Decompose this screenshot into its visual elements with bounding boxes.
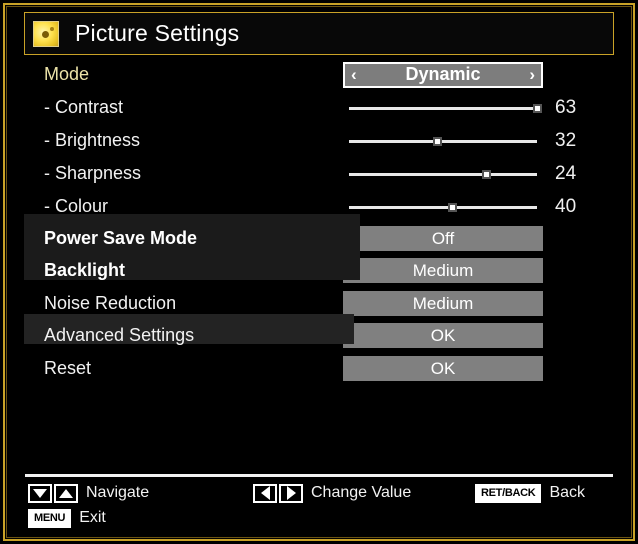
menu-row-brightness[interactable]: - Brightness 32: [24, 124, 614, 157]
menu-row-mode[interactable]: Mode ‹ Dynamic ›: [24, 58, 614, 91]
menu-row-label: Mode: [44, 64, 90, 84]
menu-row-label: Advanced Settings: [44, 325, 195, 345]
picture-settings-icon: [33, 20, 59, 47]
slider-track: [349, 172, 537, 176]
hint-change-value-label: Change Value: [311, 484, 412, 501]
slider-knob[interactable]: [448, 202, 458, 212]
hint-back: RET/BACK Back: [475, 482, 585, 504]
hint-navigate: Navigate: [28, 482, 149, 504]
advanced-settings-ok-button[interactable]: OK: [343, 323, 543, 348]
menu-row-value: Medium: [343, 254, 614, 287]
colour-value: 40: [555, 195, 577, 217]
noise-reduction-value-button[interactable]: Medium: [343, 291, 543, 316]
menu-row-label: - Sharpness: [44, 163, 142, 183]
sharpness-slider[interactable]: 24: [343, 157, 576, 190]
menu-row-label: - Brightness: [44, 130, 141, 150]
menu-row-value: 63: [343, 91, 614, 124]
hint-back-label: Back: [549, 484, 586, 501]
footer-separator: [25, 474, 613, 477]
hint-exit-label: Exit: [79, 509, 106, 526]
chevron-left-icon[interactable]: ‹: [345, 66, 363, 83]
colour-slider[interactable]: 40: [343, 190, 576, 223]
menu-row-label: Power Save Mode: [44, 228, 198, 248]
menu-row-value: 24: [343, 157, 614, 190]
page-title: Picture Settings: [75, 20, 240, 46]
menu-row-label: - Contrast: [44, 97, 124, 117]
menu-key-label: MENU: [34, 512, 66, 524]
menu-row-value: 40: [343, 190, 614, 223]
menu-row-reset[interactable]: Reset OK: [24, 352, 614, 385]
slider-track: [349, 139, 537, 143]
menu-row-value: Medium: [343, 287, 614, 320]
arrow-up-icon[interactable]: [54, 483, 78, 503]
settings-menu: Mode ‹ Dynamic › - Contrast 63 - Brightn…: [24, 58, 614, 388]
arrow-down-icon[interactable]: [28, 483, 52, 503]
contrast-value: 63: [555, 96, 577, 118]
menu-row-value: OK: [343, 319, 614, 352]
brightness-slider[interactable]: 32: [343, 124, 576, 157]
backlight-value-button[interactable]: Medium: [343, 258, 543, 283]
menu-row-value: Off: [343, 222, 614, 255]
menu-row-label: - Colour: [44, 196, 109, 216]
footer-hints: Navigate Change Value RET/BACK Back MENU…: [25, 482, 613, 534]
slider-track: [349, 205, 537, 209]
menu-row-value: 32: [343, 124, 614, 157]
slider-track: [349, 106, 537, 110]
contrast-slider[interactable]: 63: [343, 91, 576, 124]
titlebar: Picture Settings: [24, 12, 614, 55]
arrow-right-icon[interactable]: [279, 483, 303, 503]
reset-ok-button[interactable]: OK: [343, 356, 543, 381]
menu-row-value: ‹ Dynamic ›: [343, 58, 614, 91]
hint-exit: MENU Exit: [28, 507, 106, 529]
menu-row-value: OK: [343, 352, 614, 385]
slider-knob[interactable]: [433, 136, 443, 146]
hint-change-value: Change Value: [253, 482, 411, 504]
mode-selector[interactable]: ‹ Dynamic ›: [343, 61, 543, 88]
menu-row-label: Backlight: [44, 260, 126, 280]
menu-row-contrast[interactable]: - Contrast 63: [24, 91, 614, 124]
arrow-left-icon[interactable]: [253, 483, 277, 503]
brightness-value: 32: [555, 129, 577, 151]
hint-navigate-label: Navigate: [86, 484, 150, 501]
menu-key-icon[interactable]: MENU: [28, 508, 72, 528]
ret-back-key-label: RET/BACK: [481, 487, 536, 499]
slider-knob[interactable]: [533, 103, 542, 113]
sharpness-value: 24: [555, 162, 577, 184]
menu-row-label: Reset: [44, 358, 92, 378]
menu-row-label: Noise Reduction: [44, 293, 177, 313]
menu-row-sharpness[interactable]: - Sharpness 24: [24, 157, 614, 190]
tv-osd-screen: Picture Settings Mode ‹ Dynamic › - Cont…: [0, 0, 638, 544]
ret-back-key-icon[interactable]: RET/BACK: [475, 483, 542, 503]
mode-selector-value: Dynamic: [405, 64, 481, 84]
power-save-mode-value-button[interactable]: Off: [343, 226, 543, 251]
chevron-right-icon[interactable]: ›: [523, 66, 541, 83]
slider-knob[interactable]: [482, 169, 492, 179]
